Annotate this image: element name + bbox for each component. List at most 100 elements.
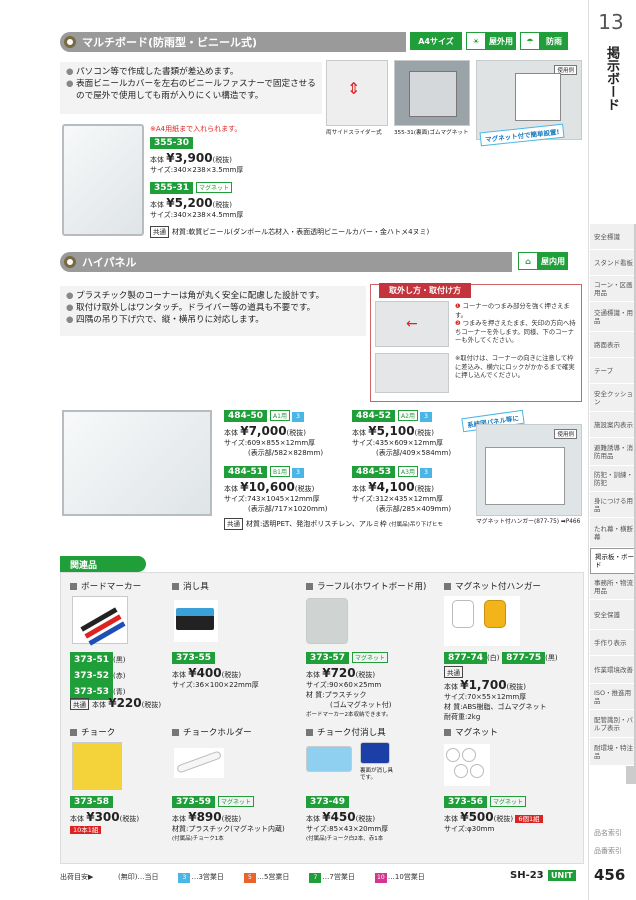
product-size: サイズ:609×855×12mm厚: [224, 439, 316, 447]
house-icon: ⌂: [518, 252, 538, 270]
chalk-eraser-back: [360, 742, 390, 764]
lead-time-badge: 3: [419, 412, 432, 422]
index-tab[interactable]: 安全クッション: [590, 384, 634, 412]
hipanel-bullets: ● プラスチック製のコーナーは角が丸く安全に配慮した設計です。 ● 取付け取外しはワ…: [66, 291, 325, 325]
index-tab[interactable]: ISO・推進用品: [590, 684, 634, 710]
hanger-white: [452, 600, 474, 628]
marker-codes: 373-51 (黒) 373-52 (赤) 373-53 (青): [70, 652, 126, 700]
product-373-59: 373-59 マグネット 本体 ¥890(税抜) 材質:プラスチック(マグネット内…: [172, 796, 285, 842]
hanger-yellow: [484, 600, 506, 628]
marker-price: 共通 本体 ¥220(税抜): [70, 696, 161, 710]
bullet-text: パソコン等で作成した書類が差込めます。: [76, 67, 239, 77]
lead-time-legend-item: 3 …3営業日: [178, 872, 224, 883]
item-title-chalk: チョーク: [70, 726, 115, 738]
posted-sheet: [515, 73, 561, 121]
product-size: サイズ:435×609×12mm厚: [352, 439, 444, 447]
product-484-50: 484-50 A1用 3 本体 ¥7,000(税抜) サイズ:609×855×12mm厚…: [224, 410, 323, 458]
index-tab[interactable]: 安全保護: [590, 600, 634, 630]
lead-time-legend-item: 10 …10営業日: [374, 872, 425, 883]
eraser-block: [176, 608, 214, 630]
chalk-eraser-img-note: 裏面が消し具です。: [360, 768, 394, 781]
hipanel-image: [62, 410, 212, 516]
lead-time-badge: 3: [419, 468, 432, 478]
product-display: (表示部/409×584mm): [376, 449, 452, 457]
product-373-56: 373-56 マグネット 本体 ¥500(税抜) 6個1組 サイズ:φ30mm: [444, 796, 543, 834]
index-tab[interactable]: スタンド看板: [590, 250, 634, 276]
product-display: (表示部/582×828mm): [248, 449, 324, 457]
badge-a4: A4サイズ: [410, 32, 462, 50]
bullet-text: 四隅の吊り下げ穴で、縦・横吊りに対応します。: [76, 315, 264, 325]
size-tag: A1用: [270, 410, 290, 421]
product-price: 本体 ¥7,000(税抜): [224, 424, 307, 438]
index-tab[interactable]: 掲示板・ボード: [590, 548, 634, 574]
section-title: ハイパネル: [82, 256, 137, 269]
item-title-eraser: 消し具: [172, 580, 209, 592]
index-tab[interactable]: テープ: [590, 358, 634, 384]
note-a4: ※A4用紙まで入れられます。: [150, 125, 242, 133]
product-877-74: 877-74 (白) 877-75 (黒) 共通 本体 ¥1,700(税抜) サイズ…: [444, 652, 558, 721]
marker-photo: [72, 596, 128, 646]
usage-photo-hipanel: 使用例: [476, 424, 582, 516]
badge-outdoor: 屋外用: [486, 32, 516, 50]
section-title: マルチボード(防雨型・ビニール式): [82, 36, 258, 49]
product-price: 本体 ¥5,200(税抜): [150, 196, 233, 210]
product-size: サイズ:340×238×3.5mm厚: [150, 166, 244, 174]
product-code: 484-53: [352, 466, 396, 478]
magnet-sheet: [409, 71, 457, 117]
product-code: 484-50: [224, 410, 268, 422]
chalk-eraser-photo: [306, 746, 352, 772]
caption-slider: 両サイドスライダー式: [326, 130, 382, 136]
item-title-holder: チョークホルダー: [172, 726, 252, 738]
eraser-photo: [174, 600, 218, 642]
hipanel-material: 共通 材質:透明PET、発泡ポリスチレン、アルミ枠 (付属品)吊り下げヒモ: [224, 518, 443, 530]
index-tab[interactable]: 路面表示: [590, 332, 634, 358]
lead-time-legend-item: (無印)…当日: [118, 873, 159, 881]
size-tag: B1用: [270, 466, 290, 477]
index-link-code[interactable]: 品番索引: [594, 846, 622, 856]
product-373-49: 373-49 本体 ¥450(税抜) サイズ:85×43×20mm厚 (付属品)…: [306, 796, 389, 842]
index-tab[interactable]: 作業環境改善: [590, 656, 634, 684]
howto-title: 取外し方・取付け方: [379, 283, 471, 298]
holder-body: [176, 750, 222, 774]
index-tab[interactable]: 避難誘導・消防用品: [590, 438, 634, 466]
index-tab[interactable]: 耐環境・特注品: [590, 738, 634, 766]
howto-photo-1: ←: [375, 301, 449, 347]
product-373-58: 373-58 本体 ¥300(税抜) 10本1組: [70, 796, 140, 834]
index-tab[interactable]: 配管識別・バルブ表示: [590, 710, 634, 738]
lead-time-badge: 3: [291, 468, 304, 478]
multi-material: 共通 材質:軟質ビニール(ダンボール芯材入・表面透明ビニールカバー・金ハトメ4ヌミ…: [150, 226, 429, 238]
index-tab[interactable]: 手作り表示: [590, 630, 634, 656]
index-tab[interactable]: 安全標識: [590, 224, 634, 250]
product-484-53: 484-53 A3用 3 本体 ¥4,100(税抜) サイズ:312×435×12mm厚…: [352, 466, 451, 514]
product-code: 355-31: [150, 182, 194, 194]
product-code: 484-52: [352, 410, 396, 422]
product-display: (表示部/717×1020mm): [248, 505, 328, 513]
index-tab[interactable]: 施設案内表示: [590, 412, 634, 438]
chapter-number: 13: [598, 10, 624, 34]
product-size: サイズ:743×1045×12mm厚: [224, 495, 320, 503]
bullet-icon: [64, 36, 76, 48]
slider-photo: ⇕: [326, 60, 388, 126]
usage-label: 使用例: [554, 429, 577, 439]
index-tab[interactable]: コーン・区画用品: [590, 276, 634, 302]
brand-logo: UNIT: [548, 870, 576, 881]
product-355-31: 355-31 マグネット 本体 ¥5,200(税抜) サイズ:340×238×4.…: [150, 182, 243, 220]
index-tab[interactable]: 交通標識・用品: [590, 302, 634, 332]
index-tab[interactable]: 防犯・訓練・防犯: [590, 466, 634, 492]
arrow-updown-icon: ⇕: [347, 79, 361, 98]
hanger-note: マグネット付ハンガー(877-75) ➡P466: [476, 519, 581, 525]
index-tab[interactable]: 身につける用品: [590, 492, 634, 518]
item-title-raffle: ラーフル(ホワイトボード用): [306, 580, 426, 592]
howto-box: 取外し方・取付け方 ← ❶ コーナーのつまみ部分を強く押さえます。 ❷ つまみを…: [370, 283, 582, 402]
product-code: 484-51: [224, 466, 268, 478]
product-355-30: 355-30 本体 ¥3,900(税抜) サイズ:340×238×3.5mm厚: [150, 137, 243, 175]
product-373-57: 373-57 マグネット 本体 ¥720(税抜) サイズ:90×60×25mm 材…: [306, 652, 392, 718]
index-tab[interactable]: たれ幕・横断幕: [590, 518, 634, 548]
section-header-multiboard: マルチボード(防雨型・ビニール式): [60, 32, 406, 52]
product-code: 355-30: [150, 137, 194, 149]
index-tab[interactable]: 事務所・物流用品: [590, 574, 634, 600]
index-link-name[interactable]: 品名索引: [594, 828, 622, 838]
multi-bullets: ● パソコン等で作成した書類が差込めます。 ● 表面ビニールカバーを左右のビニールフ…: [66, 66, 320, 102]
item-title-magnet: マグネット: [444, 726, 498, 738]
holder-photo: [174, 748, 224, 778]
